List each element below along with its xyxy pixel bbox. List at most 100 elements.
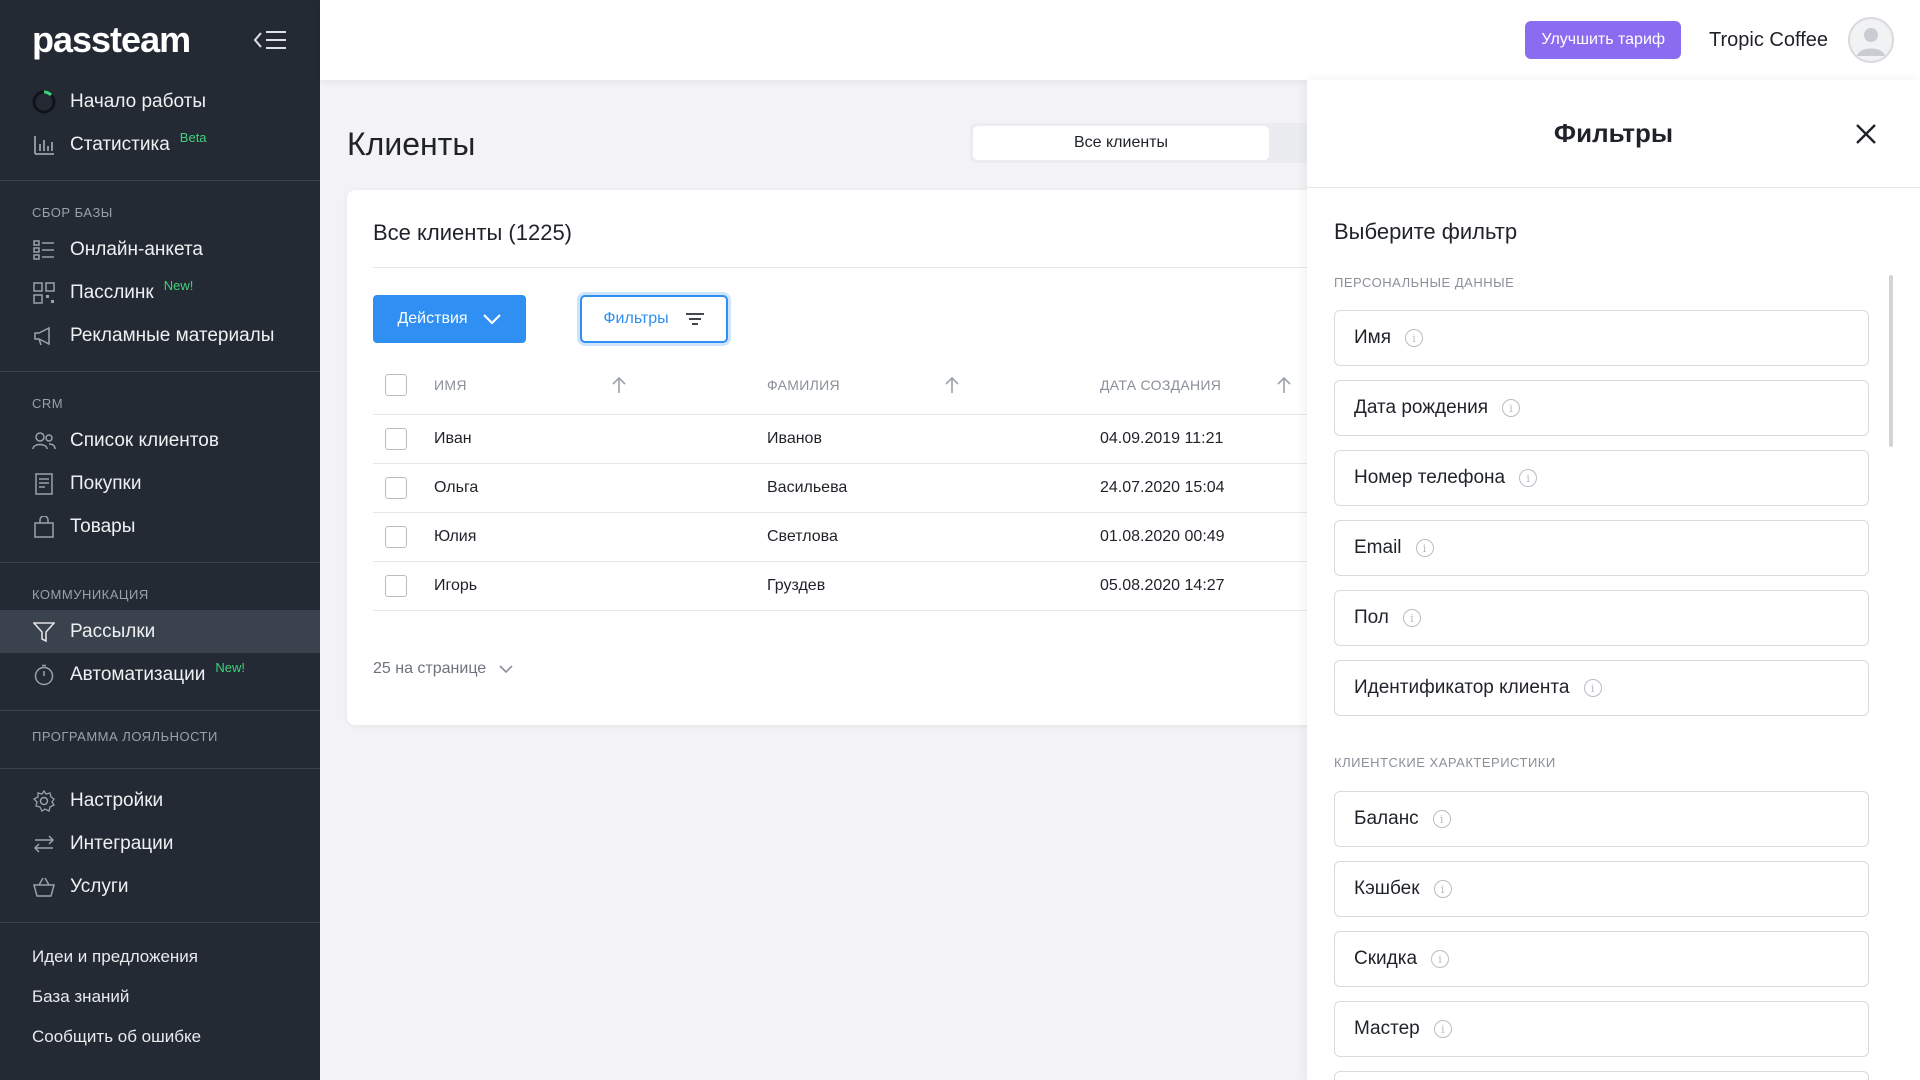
sidebar-item-clients[interactable]: Список клиентов bbox=[0, 419, 320, 462]
filter-option-label: Дата рождения bbox=[1354, 397, 1489, 418]
filter-option-client-id[interactable]: Идентификатор клиента i bbox=[1334, 660, 1869, 716]
filter-option-label: Идентификатор клиента bbox=[1354, 677, 1570, 698]
cell-created: 24.07.2020 15:04 bbox=[1100, 479, 1225, 496]
sidebar-item-label: Список клиентов bbox=[70, 429, 219, 451]
stopwatch-icon bbox=[32, 663, 56, 687]
filter-option-name[interactable]: Имя i bbox=[1334, 310, 1869, 366]
table-row[interactable]: Ольга Васильева 24.07.2020 15:04 bbox=[373, 464, 1347, 513]
info-icon[interactable]: i bbox=[1405, 329, 1424, 347]
filter-option-label: Скидка bbox=[1354, 948, 1418, 969]
filter-option-birthdate[interactable]: Дата рождения i bbox=[1334, 380, 1869, 436]
collapse-menu-icon bbox=[253, 31, 286, 49]
info-icon[interactable]: i bbox=[1431, 950, 1450, 968]
sidebar-item-services[interactable]: Услуги bbox=[0, 865, 320, 908]
filter-option-label: Номер телефона bbox=[1354, 467, 1506, 488]
filter-option-cashback[interactable]: Кэшбек i bbox=[1334, 861, 1869, 917]
form-list-icon bbox=[32, 238, 56, 262]
sort-arrow-up-icon[interactable] bbox=[609, 373, 629, 397]
close-panel-button[interactable] bbox=[1852, 120, 1880, 148]
logo-row: passteam bbox=[0, 0, 320, 80]
per-page-select[interactable]: 25 на странице bbox=[373, 660, 514, 678]
company-name[interactable]: Tropic Coffee bbox=[1709, 29, 1828, 52]
info-icon[interactable]: i bbox=[1519, 469, 1538, 487]
sidebar-item-label: Автоматизации bbox=[70, 663, 206, 685]
filter-option-next[interactable] bbox=[1334, 1071, 1869, 1080]
filter-option-email[interactable]: Email i bbox=[1334, 520, 1869, 576]
tab-all-clients[interactable]: Все клиенты bbox=[973, 126, 1269, 160]
sidebar-item-label: Услуги bbox=[70, 875, 129, 897]
user-icon bbox=[1857, 28, 1885, 56]
column-created-date[interactable]: ДАТА СОЗДАНИЯ bbox=[1100, 355, 1221, 415]
collapse-sidebar-button[interactable] bbox=[252, 26, 288, 54]
group-title: ПРОГРАММА ЛОЯЛЬНОСТИ bbox=[32, 729, 218, 744]
info-icon[interactable]: i bbox=[1415, 539, 1434, 557]
column-last-name[interactable]: ФАМИЛИЯ bbox=[767, 355, 840, 415]
avatar[interactable] bbox=[1848, 17, 1894, 63]
sidebar-item-integrations[interactable]: Интеграции bbox=[0, 822, 320, 865]
row-checkbox[interactable] bbox=[385, 477, 407, 499]
table-row[interactable]: Иван Иванов 04.09.2019 11:21 bbox=[373, 415, 1347, 464]
row-checkbox[interactable] bbox=[385, 428, 407, 450]
panel-scrollbar[interactable] bbox=[1889, 275, 1893, 447]
group-title: КОММУНИКАЦИЯ bbox=[32, 587, 149, 602]
sidebar-item-products[interactable]: Товары bbox=[0, 505, 320, 548]
sidebar-item-online-form[interactable]: Онлайн-анкета bbox=[0, 228, 320, 271]
cell-first-name: Ольга bbox=[434, 479, 479, 496]
sidebar-item-getting-started[interactable]: Начало работы bbox=[0, 80, 320, 123]
beta-badge: Beta bbox=[179, 130, 207, 145]
actions-dropdown-button[interactable]: Действия bbox=[373, 295, 526, 343]
ideas-link[interactable]: Идеи и предложения bbox=[0, 937, 320, 977]
funnel-icon bbox=[32, 620, 56, 644]
info-icon[interactable]: i bbox=[1433, 1020, 1452, 1038]
cell-first-name: Иван bbox=[434, 430, 472, 447]
sidebar-item-passlink[interactable]: Пасслинк New! bbox=[0, 271, 320, 314]
cell-last-name: Светлова bbox=[767, 528, 838, 545]
filter-option-master[interactable]: Мастер i bbox=[1334, 1001, 1869, 1057]
filter-option-balance[interactable]: Баланс i bbox=[1334, 791, 1869, 847]
info-icon[interactable]: i bbox=[1432, 810, 1451, 828]
sidebar-item-label: Настройки bbox=[70, 789, 164, 811]
filter-option-gender[interactable]: Пол i bbox=[1334, 590, 1869, 646]
bar-chart-icon bbox=[32, 133, 56, 157]
info-icon[interactable]: i bbox=[1402, 609, 1421, 627]
row-checkbox[interactable] bbox=[385, 526, 407, 548]
logo[interactable]: passteam bbox=[32, 19, 191, 61]
column-first-name[interactable]: ИМЯ bbox=[434, 355, 467, 415]
report-bug-link[interactable]: Сообщить об ошибке bbox=[0, 1017, 320, 1057]
filter-option-label: Мастер bbox=[1354, 1018, 1420, 1039]
actions-label: Действия bbox=[397, 310, 468, 327]
sort-arrow-up-icon[interactable] bbox=[942, 373, 962, 397]
sidebar-item-label: Рекламные материалы bbox=[70, 324, 275, 346]
knowledge-base-link[interactable]: База знаний bbox=[0, 977, 320, 1017]
sort-arrow-up-icon[interactable] bbox=[1274, 373, 1294, 397]
row-checkbox[interactable] bbox=[385, 575, 407, 597]
sidebar-item-automations[interactable]: Автоматизации New! bbox=[0, 653, 320, 696]
filter-option-discount[interactable]: Скидка i bbox=[1334, 931, 1869, 987]
sidebar-item-ad-materials[interactable]: Рекламные материалы bbox=[0, 314, 320, 357]
table-row[interactable]: Игорь Груздев 05.08.2020 14:27 bbox=[373, 562, 1347, 611]
chevron-down-icon bbox=[499, 665, 513, 674]
filter-option-label: Имя bbox=[1354, 327, 1392, 348]
filter-option-phone[interactable]: Номер телефона i bbox=[1334, 450, 1869, 506]
sidebar-item-label: Статистика bbox=[70, 133, 170, 155]
filters-button[interactable]: Фильтры bbox=[580, 295, 728, 343]
info-icon[interactable]: i bbox=[1433, 880, 1452, 898]
sidebar-item-settings[interactable]: Настройки bbox=[0, 779, 320, 822]
panel-title: Фильтры bbox=[1553, 118, 1674, 148]
sidebar-item-purchases[interactable]: Покупки bbox=[0, 462, 320, 505]
divider bbox=[373, 267, 1347, 268]
sidebar-item-mailings[interactable]: Рассылки bbox=[0, 610, 320, 653]
sidebar: passteam Начало работы Статистика Beta С… bbox=[0, 0, 320, 1080]
upgrade-plan-button[interactable]: Улучшить тариф bbox=[1525, 21, 1682, 59]
sidebar-item-statistics[interactable]: Статистика Beta bbox=[0, 123, 320, 166]
cell-created: 01.08.2020 00:49 bbox=[1100, 528, 1225, 545]
table-row[interactable]: Юлия Светлова 01.08.2020 00:49 bbox=[373, 513, 1347, 562]
panel-header: Фильтры bbox=[1307, 80, 1920, 188]
gear-icon bbox=[32, 789, 56, 813]
section-client-characteristics: КЛИЕНТСКИЕ ХАРАКТЕРИСТИКИ bbox=[1334, 755, 1556, 770]
info-icon[interactable]: i bbox=[1502, 399, 1521, 417]
filter-option-label: Пол bbox=[1354, 607, 1389, 628]
sidebar-item-label: Пасслинк bbox=[70, 281, 154, 303]
select-all-checkbox[interactable] bbox=[385, 374, 407, 396]
info-icon[interactable]: i bbox=[1583, 679, 1602, 697]
